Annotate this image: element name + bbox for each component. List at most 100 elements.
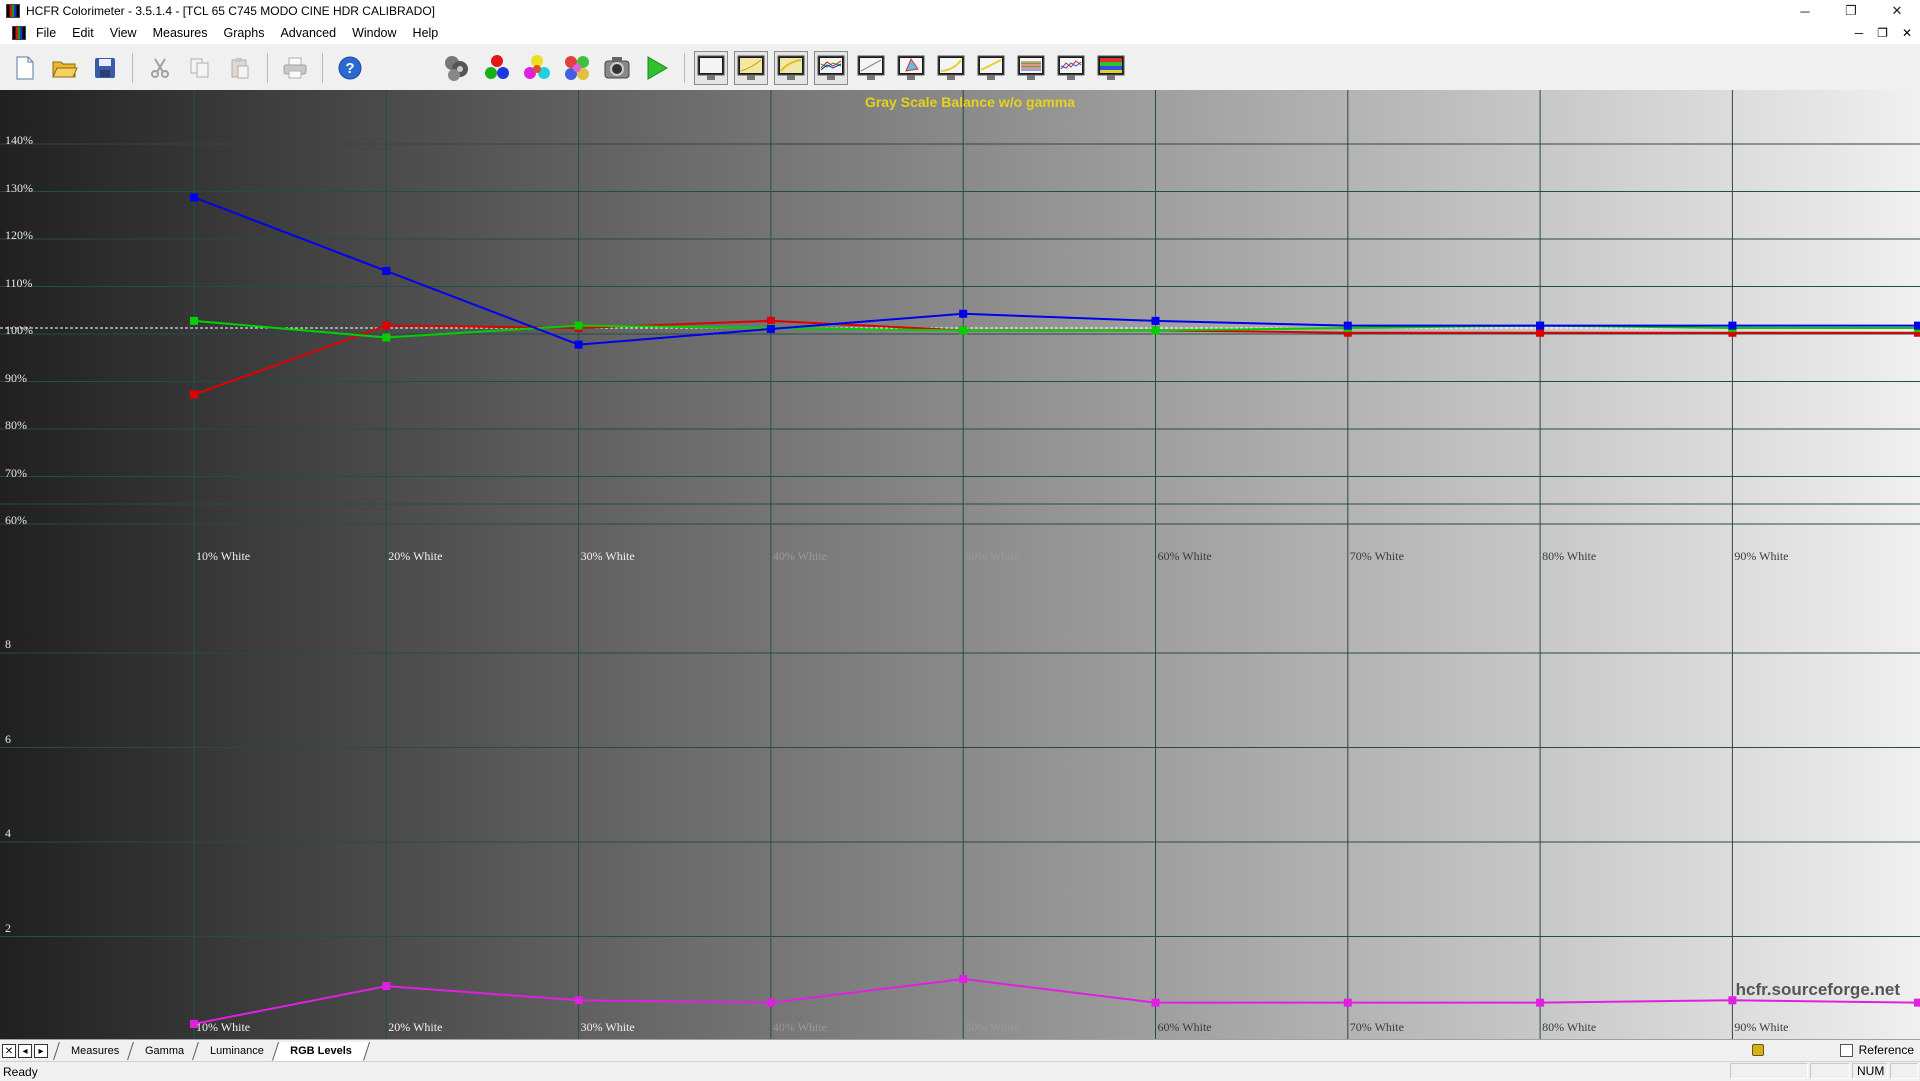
menu-window[interactable]: Window xyxy=(346,26,406,40)
sensor-icon[interactable] xyxy=(440,51,474,85)
x-category-label: 20% White xyxy=(388,549,443,563)
green-series-point xyxy=(959,326,968,335)
toolbar-separator xyxy=(267,53,268,83)
x-category-label: 30% White xyxy=(580,549,635,563)
window-title: HCFR Colorimeter - 3.5.1.4 - [TCL 65 C74… xyxy=(26,4,435,18)
monitor-curve-icon[interactable] xyxy=(774,51,808,85)
tab-luminance[interactable]: Luminance xyxy=(192,1042,283,1060)
y-tick-label: 8 xyxy=(5,637,11,651)
file-toolbar-group: ? xyxy=(8,50,373,86)
status-pane-empty xyxy=(1890,1063,1918,1079)
status-text: Ready xyxy=(3,1064,38,1079)
tab-rgb-levels[interactable]: RGB Levels xyxy=(272,1041,371,1061)
delta-e-series-point xyxy=(1343,998,1352,1007)
paste-icon[interactable] xyxy=(223,51,257,85)
monitor-gamut-icon[interactable] xyxy=(894,51,928,85)
play-icon[interactable] xyxy=(640,51,674,85)
tab-rgb-levels-label: RGB Levels xyxy=(290,1044,353,1057)
menu-help[interactable]: Help xyxy=(407,26,449,40)
monitor-luminance-icon[interactable] xyxy=(934,51,968,85)
sheet-tab-bar: ✕ ◂ ▸ Measures Gamma Luminance RGB Level… xyxy=(0,1039,1920,1062)
copy-icon[interactable] xyxy=(183,51,217,85)
green-series-point xyxy=(190,316,198,325)
delta-e-series-point xyxy=(382,982,391,991)
document-icon[interactable] xyxy=(12,26,26,40)
open-folder-icon[interactable] xyxy=(48,51,82,85)
prev-tab-button[interactable]: ◂ xyxy=(18,1044,32,1058)
monitor-saturation-icon[interactable] xyxy=(1094,51,1128,85)
mdi-minimize-button[interactable]: ─ xyxy=(1855,26,1864,40)
monitor-yellow-icon[interactable] xyxy=(734,51,768,85)
mdi-restore-button[interactable]: ❐ xyxy=(1877,26,1888,40)
tab-measures[interactable]: Measures xyxy=(53,1042,138,1060)
tab-gamma-label: Gamma xyxy=(145,1045,185,1057)
red-series-point xyxy=(1536,328,1545,337)
monitor-near-white-icon[interactable] xyxy=(1054,51,1088,85)
green-series-point xyxy=(574,321,583,330)
secondaries-icon[interactable] xyxy=(520,51,554,85)
x-category-label: 50% White xyxy=(965,549,1020,563)
print-icon[interactable] xyxy=(278,51,312,85)
restore-button[interactable]: ❐ xyxy=(1828,0,1874,22)
help-icon[interactable]: ? xyxy=(333,51,367,85)
y-tick-label: 130% xyxy=(5,180,33,195)
next-tab-button[interactable]: ▸ xyxy=(34,1044,48,1058)
blue-series-point xyxy=(959,309,968,318)
x-category-label: 60% White xyxy=(1157,549,1212,563)
monitor-white-icon[interactable] xyxy=(694,51,728,85)
red-series-point xyxy=(382,321,391,330)
green-series-point xyxy=(382,333,391,342)
x-category-label: 20% White xyxy=(388,1020,443,1034)
blue-series-point xyxy=(1343,321,1352,330)
y-tick-label: 80% xyxy=(5,418,27,432)
tab-gamma[interactable]: Gamma xyxy=(127,1042,203,1060)
menu-measures[interactable]: Measures xyxy=(147,26,218,40)
rgb-primaries-icon[interactable] xyxy=(480,51,514,85)
mdi-controls: ─ ❐ ✕ xyxy=(1855,22,1912,44)
cut-icon[interactable] xyxy=(143,51,177,85)
status-bar: Ready NUM xyxy=(0,1061,1920,1081)
monitor-rgb-levels-icon[interactable] xyxy=(814,51,848,85)
monitor-near-black-icon[interactable] xyxy=(1014,51,1048,85)
window-controls: ─ ❐ ✕ xyxy=(1782,0,1920,22)
menu-file[interactable]: File xyxy=(30,26,66,40)
blue-series-point xyxy=(1914,321,1920,330)
reference-checkbox-box[interactable] xyxy=(1839,1043,1853,1057)
menu-graphs[interactable]: Graphs xyxy=(217,26,274,40)
y-tick-label: 60% xyxy=(5,513,27,527)
monitor-blank-icon[interactable] xyxy=(854,51,888,85)
y-tick-label: 140% xyxy=(5,133,33,147)
toolbar-separator xyxy=(684,53,685,83)
x-category-label: 40% White xyxy=(772,1020,827,1034)
x-category-label: 80% White xyxy=(1542,1020,1597,1034)
new-document-icon[interactable] xyxy=(8,51,42,85)
x-category-label: 10% White xyxy=(196,549,251,563)
rgb-levels-chart: Gray Scale Balance w/o gamma 140% 130% 120… xyxy=(0,90,1920,1039)
menu-view[interactable]: View xyxy=(104,26,147,40)
x-category-label: 70% White xyxy=(1349,549,1404,563)
close-tab-button[interactable]: ✕ xyxy=(2,1044,16,1058)
toolbar: ? xyxy=(0,44,1920,91)
y-tick-label: 4 xyxy=(5,826,11,840)
y-tick-label: 90% xyxy=(5,370,27,385)
menu-edit[interactable]: Edit xyxy=(66,26,104,40)
menu-advanced[interactable]: Advanced xyxy=(274,26,346,40)
mdi-close-button[interactable]: ✕ xyxy=(1902,26,1912,40)
camera-icon[interactable] xyxy=(600,51,634,85)
minimize-button[interactable]: ─ xyxy=(1782,0,1828,22)
status-panes: NUM xyxy=(1730,1063,1918,1079)
view-toolbar-group xyxy=(694,50,1134,86)
app-icon xyxy=(6,4,20,18)
close-button[interactable]: ✕ xyxy=(1874,0,1920,22)
blue-series-point xyxy=(1536,321,1545,330)
y-tick-label: 2 xyxy=(5,920,11,935)
save-icon[interactable] xyxy=(88,51,122,85)
y-tick-label: 120% xyxy=(5,228,33,242)
color-balls-icon[interactable] xyxy=(560,51,594,85)
tab-measures-label: Measures xyxy=(71,1045,120,1057)
delta-e-series-point xyxy=(959,975,968,984)
lock-icon[interactable] xyxy=(1752,1044,1764,1056)
reference-checkbox[interactable]: Reference xyxy=(1839,1043,1914,1057)
status-pane-empty xyxy=(1730,1063,1808,1079)
monitor-gamma-icon[interactable] xyxy=(974,51,1008,85)
